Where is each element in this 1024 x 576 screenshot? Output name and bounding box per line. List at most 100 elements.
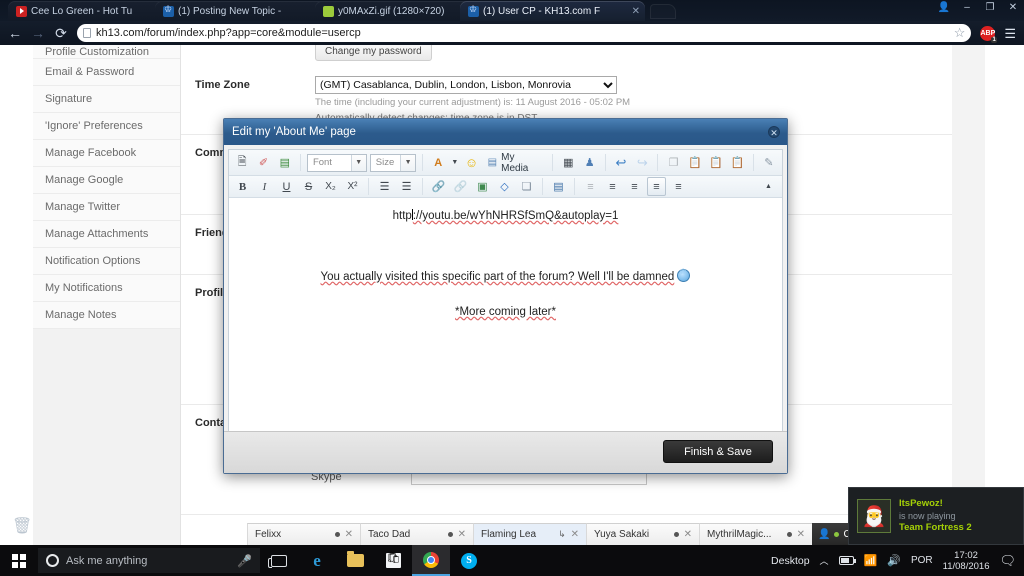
adblock-plus-icon[interactable]: ABP 1 <box>980 25 998 43</box>
strikethrough-icon[interactable]: S <box>299 177 318 196</box>
online-status-dot <box>834 531 840 537</box>
sidebar-item-manage-notes[interactable]: Manage Notes <box>33 302 180 329</box>
close-icon[interactable]: ✕ <box>684 529 692 540</box>
task-view-icon[interactable] <box>260 545 298 576</box>
microphone-icon[interactable]: 🎤 <box>237 554 252 568</box>
special-block-icon[interactable]: ▤ <box>549 177 568 196</box>
edge-icon[interactable]: e <box>298 545 336 576</box>
address-bar[interactable]: kh13.com/forum/index.php?app=core&module… <box>77 24 972 42</box>
insert-member-icon[interactable]: ♟ <box>581 153 599 172</box>
toggle-editor-icon[interactable]: ▤ <box>276 153 294 172</box>
numbered-list-icon[interactable]: ☰ <box>397 177 416 196</box>
my-media-button[interactable]: ▤ My Media <box>484 152 547 174</box>
password-row: Change my password <box>181 45 952 67</box>
recycle-bin-icon[interactable]: 🗑 <box>12 516 34 538</box>
collapse-toolbar-icon[interactable]: ▲ <box>759 177 778 196</box>
superscript-icon[interactable]: X² <box>343 177 362 196</box>
browser-tab-4-active[interactable]: (1) User CP - KH13.com F ✕ <box>460 1 645 21</box>
desktop-label[interactable]: Desktop <box>771 555 810 567</box>
bookmark-star-icon[interactable]: ☆ <box>954 25 966 41</box>
size-select[interactable]: Size ▼ <box>369 153 417 172</box>
store-icon[interactable] <box>374 545 412 576</box>
file-explorer-icon[interactable] <box>336 545 374 576</box>
reload-icon[interactable]: ⟳ <box>54 25 68 42</box>
new-tab-button[interactable] <box>650 4 676 19</box>
quote-icon[interactable]: ❏ <box>517 177 536 196</box>
align-center-icon[interactable]: ≡ <box>647 177 666 196</box>
sidebar-item-manage-facebook[interactable]: Manage Facebook <box>33 140 180 167</box>
close-icon[interactable]: ✕ <box>345 529 353 540</box>
subscript-icon[interactable]: X₂ <box>321 177 340 196</box>
show-hidden-icons-chevron[interactable]: ︿ <box>820 554 829 567</box>
align-right-icon[interactable]: ≡ <box>669 177 688 196</box>
chat-tab-mythrilmagic[interactable]: MythrilMagic... ✕ <box>699 523 812 545</box>
close-icon[interactable]: ✕ <box>458 529 466 540</box>
sidebar-item-profile-customization[interactable]: Profile Customization <box>33 45 180 59</box>
chat-tab-felixx[interactable]: Felixx ✕ <box>247 523 360 545</box>
insert-media-icon[interactable]: ▣ <box>473 177 492 196</box>
emoticon-icon[interactable]: ☺ <box>462 153 480 172</box>
bullet-list-icon[interactable]: ☰ <box>375 177 394 196</box>
align-left-icon[interactable]: ≡ <box>625 177 644 196</box>
action-center-icon[interactable]: 🗨 <box>999 553 1016 569</box>
dialog-titlebar[interactable]: Edit my 'About Me' page ✕ <box>224 119 787 145</box>
insert-link-icon[interactable]: 🔗 <box>429 177 448 196</box>
source-view-icon[interactable]: ◇ <box>495 177 514 196</box>
sidebar-item-email-password[interactable]: Email & Password <box>33 59 180 86</box>
close-button[interactable]: ✕ <box>1006 2 1020 13</box>
sidebar-item-manage-attachments[interactable]: Manage Attachments <box>33 221 180 248</box>
indent-icon[interactable]: ≡ <box>603 177 622 196</box>
search-input[interactable]: Ask me anything 🎤 <box>38 548 260 573</box>
sidebar-item-notification-options[interactable]: Notification Options <box>33 248 180 275</box>
clear-formatting-icon[interactable]: ✎ <box>760 153 778 172</box>
chat-tab-taco-dad[interactable]: Taco Dad ✕ <box>360 523 473 545</box>
close-icon[interactable]: ✕ <box>797 529 805 540</box>
timezone-select[interactable]: (GMT) Casablanca, Dublin, London, Lisbon… <box>315 76 617 94</box>
windows-start-icon[interactable] <box>0 545 38 576</box>
insert-image-icon[interactable]: ▦ <box>559 153 577 172</box>
remove-formatting-icon[interactable]: ✐ <box>254 153 272 172</box>
skype-icon[interactable]: S <box>450 545 488 576</box>
close-icon[interactable]: ✕ <box>768 126 780 138</box>
source-code-icon[interactable]: 🗎 <box>233 153 251 172</box>
finish-and-save-button[interactable]: Finish & Save <box>663 440 773 463</box>
steam-notification-toast[interactable]: 🎅 ItsPewoz! is now playing Team Fortress… <box>848 487 1024 545</box>
change-password-button[interactable]: Change my password <box>315 45 432 61</box>
language-indicator[interactable]: POR <box>911 555 933 566</box>
chat-tab-flaming-lea[interactable]: Flaming Lea ↳ ✕ <box>473 523 586 545</box>
clock[interactable]: 17:02 11/08/2016 <box>943 550 990 572</box>
volume-icon[interactable]: 🔊 <box>887 554 901 567</box>
chrome-menu-icon[interactable]: ☰ <box>1004 27 1016 40</box>
maximize-button[interactable]: ❐ <box>983 2 997 13</box>
sidebar-item-my-notifications[interactable]: My Notifications <box>33 275 180 302</box>
editor-content-area[interactable]: http://youtu.be/wYhNHRSfSmQ&autoplay=1 Y… <box>229 198 782 436</box>
minimize-button[interactable]: – <box>960 2 974 13</box>
close-icon[interactable]: ✕ <box>571 529 579 540</box>
sidebar-item-manage-google[interactable]: Manage Google <box>33 167 180 194</box>
paste-icon[interactable]: 📋 <box>686 153 704 172</box>
sidebar-item-manage-twitter[interactable]: Manage Twitter <box>33 194 180 221</box>
sidebar-item-signature[interactable]: Signature <box>33 86 180 113</box>
redo-icon: ↪ <box>636 154 648 170</box>
chat-tab-yuya-sakaki[interactable]: Yuya Sakaki ✕ <box>586 523 699 545</box>
back-arrow-icon[interactable]: ← <box>8 25 22 41</box>
undo-icon[interactable]: ↩ <box>612 153 630 172</box>
paste-text-icon[interactable]: 📋 <box>707 153 725 172</box>
tab-close-icon[interactable]: ✕ <box>630 6 640 17</box>
bold-icon[interactable]: B <box>233 177 252 196</box>
paste-word-icon[interactable]: 📋 <box>728 153 746 172</box>
font-select[interactable]: Font ▼ <box>306 153 367 172</box>
chrome-icon[interactable] <box>412 545 450 576</box>
sidebar-item-ignore-preferences[interactable]: 'Ignore' Preferences <box>33 113 180 140</box>
about-me-editor-dialog: Edit my 'About Me' page ✕ 🗎 ✐ ▤ Font ▼ S… <box>223 118 788 474</box>
user-profile-icon[interactable]: 👤 <box>937 2 951 13</box>
page-info-icon[interactable] <box>83 28 91 38</box>
wifi-icon[interactable]: 📶 <box>864 554 878 567</box>
battery-icon[interactable] <box>838 556 856 565</box>
underline-icon[interactable]: U <box>277 177 296 196</box>
chevron-down-icon[interactable]: ▼ <box>450 153 459 172</box>
tab-strip: Cee Lo Green - Hot Tu 🔇 ✕ (1) Posting Ne… <box>0 0 1024 21</box>
italic-icon[interactable]: I <box>255 177 274 196</box>
editor-line1-after-caret: ://youtu.be/wYhNHRSfSmQ&autoplay=1 <box>412 210 619 222</box>
text-color-icon[interactable]: A <box>429 153 447 172</box>
